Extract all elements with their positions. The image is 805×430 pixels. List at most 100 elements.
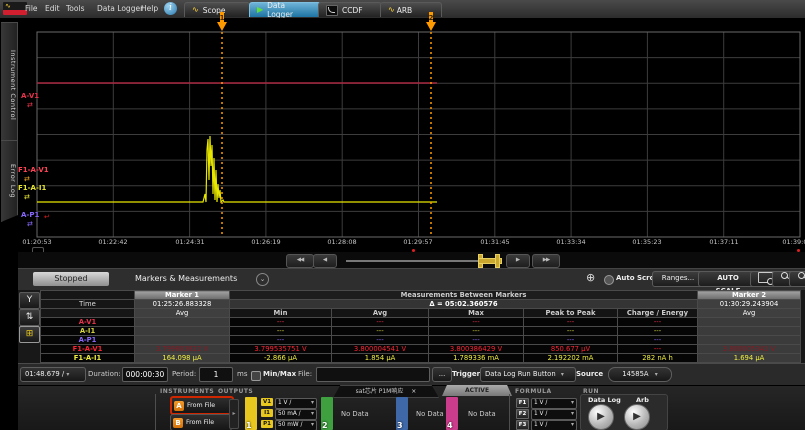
period-field[interactable]: 1 [199,367,233,382]
return-marker-icon: ↵ [44,214,50,221]
p1-scale-dropdown[interactable]: 50 mW / ▾ [275,420,317,430]
info-icon[interactable]: i [164,2,177,15]
zoom-out-button[interactable] [789,271,805,287]
table-row[interactable]: A-P1 --- --- --- --- --- [41,336,801,345]
scroll-first-button[interactable]: ◀◀ [286,254,314,268]
markers-delta: Δ = 05:02.360576 [230,300,698,309]
scroll-track[interactable] [346,260,479,262]
crosshair-icon[interactable]: ⊕ [586,272,595,283]
channel3-color-bar[interactable]: 3 [396,397,408,430]
source-dropdown[interactable]: 14585A ▾ [608,367,672,382]
f1-scale-dropdown[interactable]: 1 V / ▾ [531,398,577,409]
trigger-dropdown[interactable]: Data Log Run Button ▾ [480,367,576,382]
logo-red-bar [3,10,27,15]
tab-ccdf[interactable]: CCDF [318,2,382,17]
cell-max: --- [429,327,524,336]
caret-down-icon: ▾ [571,421,574,430]
f2-scale-value: 1 V / [534,410,547,419]
tab-data-logger[interactable]: ▶ Data Logger [249,2,321,17]
f2-scale-dropdown[interactable]: 1 V / ▾ [531,409,577,420]
x-tick: 01:33:34 [556,238,585,246]
move-handle-icon[interactable]: ⇄ [24,194,30,201]
grid-view-button[interactable]: ⊞ [19,326,40,343]
sidebar-tab-error-log[interactable]: Error Log [1,140,18,222]
menu-help[interactable]: Help [141,4,158,13]
marker2-header[interactable]: Marker 2 [698,291,801,300]
trace-label-a-p1[interactable]: A-P1 [21,211,39,219]
section-divider [155,394,156,430]
f3-badge[interactable]: F3 [516,420,529,430]
instruments-expander[interactable]: ▸ [229,399,239,429]
x-tick: 01:22:42 [98,238,127,246]
table-row[interactable]: F1-A-I1 164.098 µA -2.866 µA 1.854 µA 1.… [41,354,801,363]
time-label: Time [41,300,135,309]
table-row[interactable]: F1-A-V1 3.799803822 V 3.799535751 V 3.80… [41,345,801,354]
f3-scale-dropdown[interactable]: 1 V / ▾ [531,420,577,430]
f1-badge[interactable]: F1 [516,398,529,408]
blank-cell [41,309,135,318]
col-peak-to-peak: Peak to Peak [524,309,618,318]
zoom-in-icon [781,272,789,280]
browse-button[interactable]: ... [432,367,452,382]
caret-down-icon: ▾ [66,371,69,378]
data-logger-app: ∿ File Edit Tools Data Logger Help i ∿ S… [0,0,805,430]
auto-scroll-radio[interactable] [604,275,614,285]
menu-edit[interactable]: Edit [45,4,60,13]
elapsed-time-dropdown[interactable]: 01:48.679 / ▾ [20,367,86,382]
markers-pair-button[interactable]: ⇅ [19,309,40,326]
scroll-handle[interactable] [478,254,500,266]
instrument-a-button[interactable]: A From File [170,396,234,415]
marker1-header[interactable]: Marker 1 [135,291,230,300]
ranges-button[interactable]: Ranges... [652,271,704,287]
scroll-prev-button[interactable]: ◀ [313,254,337,268]
minmax-checkbox[interactable] [251,371,261,381]
channel2-color-bar[interactable]: 2 [321,397,333,430]
menu-file[interactable]: File [25,4,38,13]
marker2-flag[interactable]: 2 [425,12,437,32]
menu-tools[interactable]: Tools [66,4,84,13]
marker-tool-button[interactable]: Y [19,292,40,309]
close-icon[interactable]: × [411,388,416,395]
chevron-down-icon[interactable]: ⌄ [256,273,269,286]
channel4-color-bar[interactable]: 4 [446,397,458,430]
channel1-color-bar[interactable]: 1 [245,397,257,430]
cell-m2: 3.800005341 V [698,345,801,354]
move-handle-icon[interactable]: ⇄ [27,221,33,228]
i1-scale-dropdown[interactable]: 50 mA / ▾ [275,409,317,420]
datalog-chart[interactable]: 1 2 A-V1 ⇄ F1-A-V1 ⇄ F1-A-I1 ⇄ A-P1 ⇄ ↵ … [18,18,805,252]
v1-scale-dropdown[interactable]: 1 V / ▾ [275,398,317,409]
menu-data-logger[interactable]: Data Logger [97,4,143,13]
move-handle-icon[interactable]: ⇄ [24,176,30,183]
scroll-next-button[interactable]: ▶ [506,254,530,268]
cell-ce: --- [618,318,698,327]
table-row[interactable]: A-I1 --- --- --- --- --- [41,327,801,336]
sidebar-tab-instrument-control[interactable]: Instrument Control [1,22,18,148]
cell-m2 [698,318,801,327]
trace-label-f1-a-i1[interactable]: F1-A-I1 [18,184,46,192]
measurement-toolbar: Stopped Markers & Measurements ⌄ ⊕ Auto … [18,268,805,291]
col-avg: Avg [332,309,429,318]
duration-field[interactable]: 000:00:30 [122,367,168,382]
dataset-tab[interactable]: sat芯片 P1M响应 × [333,385,439,398]
x-tick: 01:29:57 [403,238,432,246]
file-input[interactable] [316,367,430,382]
trace-label-a-v1[interactable]: A-V1 [21,92,39,100]
active-tab[interactable]: ACTIVE [442,385,512,396]
f2-badge[interactable]: F2 [516,409,529,419]
cell-min: --- [230,336,332,345]
between-markers-header: Measurements Between Markers [230,291,698,300]
move-handle-icon[interactable]: ⇄ [27,102,33,109]
marker1-stat: Avg [135,309,230,318]
arb-play-button[interactable]: ▶ [624,404,650,430]
markers-measurements-title: Markers & Measurements [135,274,237,283]
scroll-last-button[interactable]: ▶▶ [532,254,560,268]
trace-label-f1-a-v1[interactable]: F1-A-V1 [18,166,49,174]
table-row[interactable]: A-V1 --- --- --- --- --- [41,318,801,327]
cell-min: --- [230,327,332,336]
row-label: F1-A-V1 [41,345,135,354]
auto-scale-button[interactable]: AUTO SCALE [698,271,758,287]
datalog-play-button[interactable]: ▶ [588,404,614,430]
marker1-flag[interactable]: 1 [216,12,228,32]
row-label: A-I1 [41,327,135,336]
instrument-b-button[interactable]: B From File [170,414,232,430]
